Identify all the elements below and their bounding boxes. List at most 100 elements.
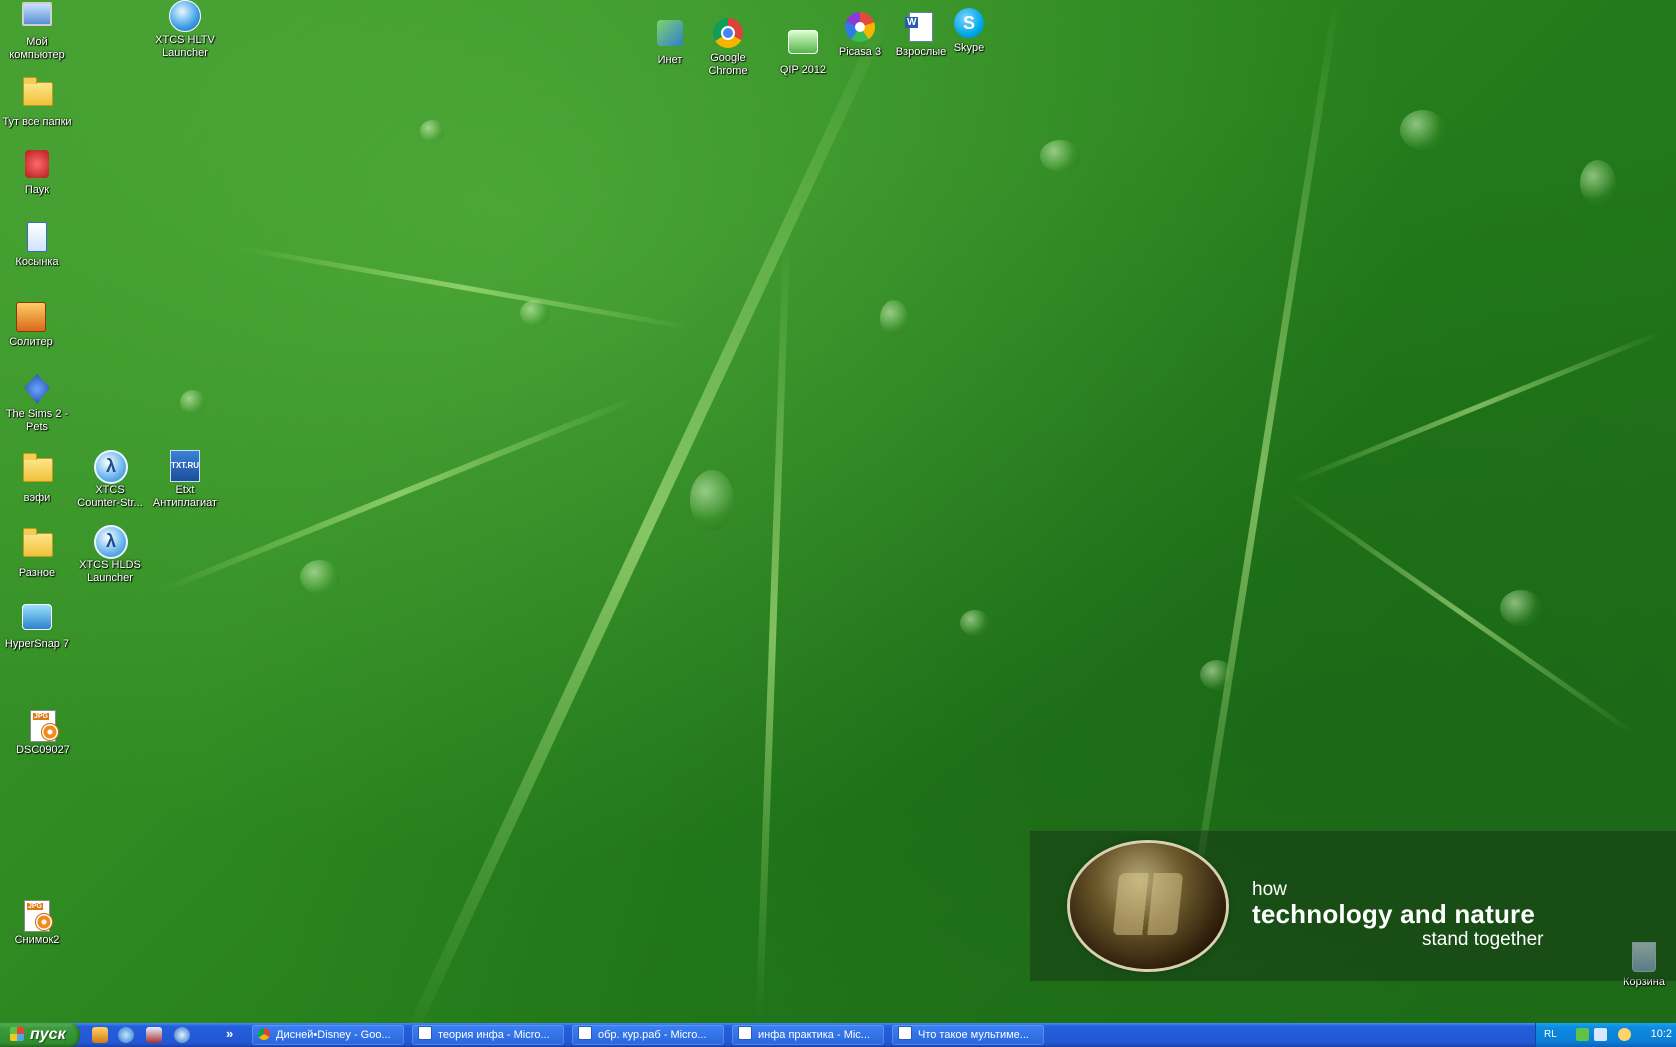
task-label: Дисней•Disney - Goo... — [276, 1029, 391, 1041]
desktop-icon-vefi[interactable]: вэфи — [0, 452, 74, 505]
desktop-icon-kosynka[interactable]: Косынка — [0, 222, 74, 269]
desktop-icon-google-chrome[interactable]: Google Chrome — [692, 18, 764, 78]
desktop-icon-solitaire[interactable]: Солитер — [0, 302, 68, 349]
word-icon — [578, 1026, 592, 1040]
start-button[interactable]: пуск — [0, 1023, 80, 1047]
skype-icon: S — [954, 8, 984, 38]
half-life-lambda-icon: λ — [94, 525, 128, 559]
water-drop — [520, 300, 550, 326]
network-icon — [657, 20, 683, 46]
leaf-vein — [398, 4, 895, 1023]
hltv-icon — [169, 0, 201, 32]
picasa-icon — [845, 12, 875, 42]
desktop-icon-hypersnap[interactable]: HyperSnap 7 — [0, 600, 74, 651]
folder-icon — [23, 77, 53, 106]
solitaire-icon — [16, 302, 46, 332]
chrome-icon — [258, 1028, 270, 1040]
system-tray: RL 10:2 — [1535, 1023, 1676, 1047]
icon-label: Etxt Антиплагиат — [152, 484, 218, 509]
water-drop — [420, 120, 444, 142]
quicklaunch-browser-icon[interactable] — [118, 1027, 134, 1043]
desktop-icon-my-computer[interactable]: Мой компьютер — [0, 0, 74, 62]
desktop-icon-snimok2[interactable]: JPG Снимок2 — [0, 900, 74, 947]
taskbar-button-word-theory[interactable]: теория инфа - Micro... — [412, 1025, 564, 1045]
computer-icon — [22, 2, 52, 26]
folder-icon — [23, 453, 53, 482]
icon-label: HyperSnap 7 — [4, 638, 70, 650]
desktop-icon-etxt[interactable]: TXT.RU Etxt Антиплагиат — [148, 450, 222, 510]
desktop-icon-xtcs-hlds[interactable]: λ XTCS HLDS Launcher — [73, 525, 147, 585]
leaf-vein — [236, 245, 691, 330]
leaf-vein — [1179, 0, 1340, 968]
wallpaper-banner: how technology and nature stand together — [1030, 830, 1676, 981]
quicklaunch-document-icon[interactable] — [146, 1027, 162, 1043]
icon-label: Тут все папки — [2, 116, 72, 128]
word-icon — [418, 1026, 432, 1040]
icon-label: Паук — [24, 184, 50, 196]
water-drop — [690, 470, 734, 530]
desktop-icon-xtcs-counter-strike[interactable]: λ XTCS Counter-Str... — [73, 450, 147, 510]
icon-label: Разное — [18, 567, 56, 579]
icon-label: Солитер — [9, 336, 53, 348]
icon-label: Мой компьютер — [9, 36, 65, 61]
tray-volume-icon[interactable] — [1618, 1028, 1631, 1041]
jpg-file-icon: JPG — [30, 710, 59, 742]
icon-label: XTCS HLDS Launcher — [79, 559, 141, 584]
folder-icon — [23, 528, 53, 557]
water-drop — [1580, 160, 1616, 206]
water-drop — [1400, 110, 1446, 150]
banner-line-main: technology and nature — [1252, 899, 1536, 929]
water-drop — [180, 390, 206, 414]
tray-app-icon[interactable] — [1576, 1028, 1589, 1041]
jpg-file-icon: JPG — [24, 900, 53, 932]
taskbar: пуск » Дисней•Disney - Goo... теория инф… — [0, 1023, 1676, 1047]
start-label: пуск — [30, 1026, 66, 1043]
quicklaunch-internet-explorer-icon[interactable] — [174, 1027, 190, 1043]
leaf-vein — [155, 394, 640, 595]
icon-label: DSC09027 — [16, 744, 70, 756]
etxt-antiplagiat-icon: TXT.RU — [170, 450, 200, 482]
water-drop — [1040, 140, 1080, 172]
icon-label: XTCS Counter-Str... — [77, 484, 143, 509]
desktop-icon-sims2[interactable]: The Sims 2 - Pets — [0, 374, 74, 434]
windows-logo-icon — [10, 1027, 24, 1041]
leaf-vein — [1290, 330, 1663, 485]
leaf-vein — [1287, 490, 1635, 735]
quicklaunch-media-icon[interactable] — [92, 1027, 108, 1043]
desktop-icon-skype[interactable]: S Skype — [933, 8, 1005, 55]
water-drop — [960, 610, 990, 636]
water-drop — [300, 560, 340, 594]
leaf-vein — [755, 239, 790, 1020]
windows-orb-logo — [1070, 843, 1226, 969]
task-label: обр. кур.раб - Micro... — [598, 1029, 707, 1041]
icon-label: Снимок2 — [14, 934, 60, 946]
word-icon — [898, 1026, 912, 1040]
icon-label: Skype — [953, 42, 985, 54]
water-drop — [1500, 590, 1542, 626]
water-drop — [880, 300, 908, 336]
icon-label: The Sims 2 - Pets — [5, 408, 69, 433]
chrome-icon — [713, 18, 743, 48]
task-label: инфа практика - Mic... — [758, 1029, 870, 1041]
cards-icon — [27, 222, 47, 252]
taskbar-button-word-coursework[interactable]: обр. кур.раб - Micro... — [572, 1025, 724, 1045]
desktop-icon-dsc09027[interactable]: JPG DSC09027 — [6, 710, 80, 757]
tray-network-icon[interactable] — [1594, 1028, 1607, 1041]
task-label: теория инфа - Micro... — [438, 1029, 550, 1041]
desktop: Мой компьютер XTCS HLTV Launcher Тут все… — [0, 0, 1676, 1023]
quicklaunch-more-chevron[interactable]: » — [226, 1026, 233, 1041]
clock[interactable]: 10:2 — [1651, 1028, 1672, 1040]
taskbar-button-word-practice[interactable]: инфа практика - Mic... — [732, 1025, 884, 1045]
desktop-icon-raznoe[interactable]: Разное — [0, 527, 74, 580]
desktop-icon-all-folders[interactable]: Тут все папки — [0, 76, 74, 129]
sims-icon — [24, 374, 50, 404]
language-indicator[interactable]: RL — [1544, 1029, 1557, 1040]
icon-label: QIP 2012 — [779, 64, 827, 76]
desktop-icon-spider[interactable]: Паук — [0, 150, 74, 197]
qip-icon — [788, 30, 818, 54]
taskbar-button-chrome[interactable]: Дисней•Disney - Goo... — [252, 1025, 404, 1045]
icon-label: Google Chrome — [708, 52, 748, 77]
desktop-icon-xtcs-hltv[interactable]: XTCS HLTV Launcher — [148, 0, 222, 60]
water-drop — [1200, 660, 1234, 690]
taskbar-button-word-multimedia[interactable]: Что такое мультиме... — [892, 1025, 1044, 1045]
